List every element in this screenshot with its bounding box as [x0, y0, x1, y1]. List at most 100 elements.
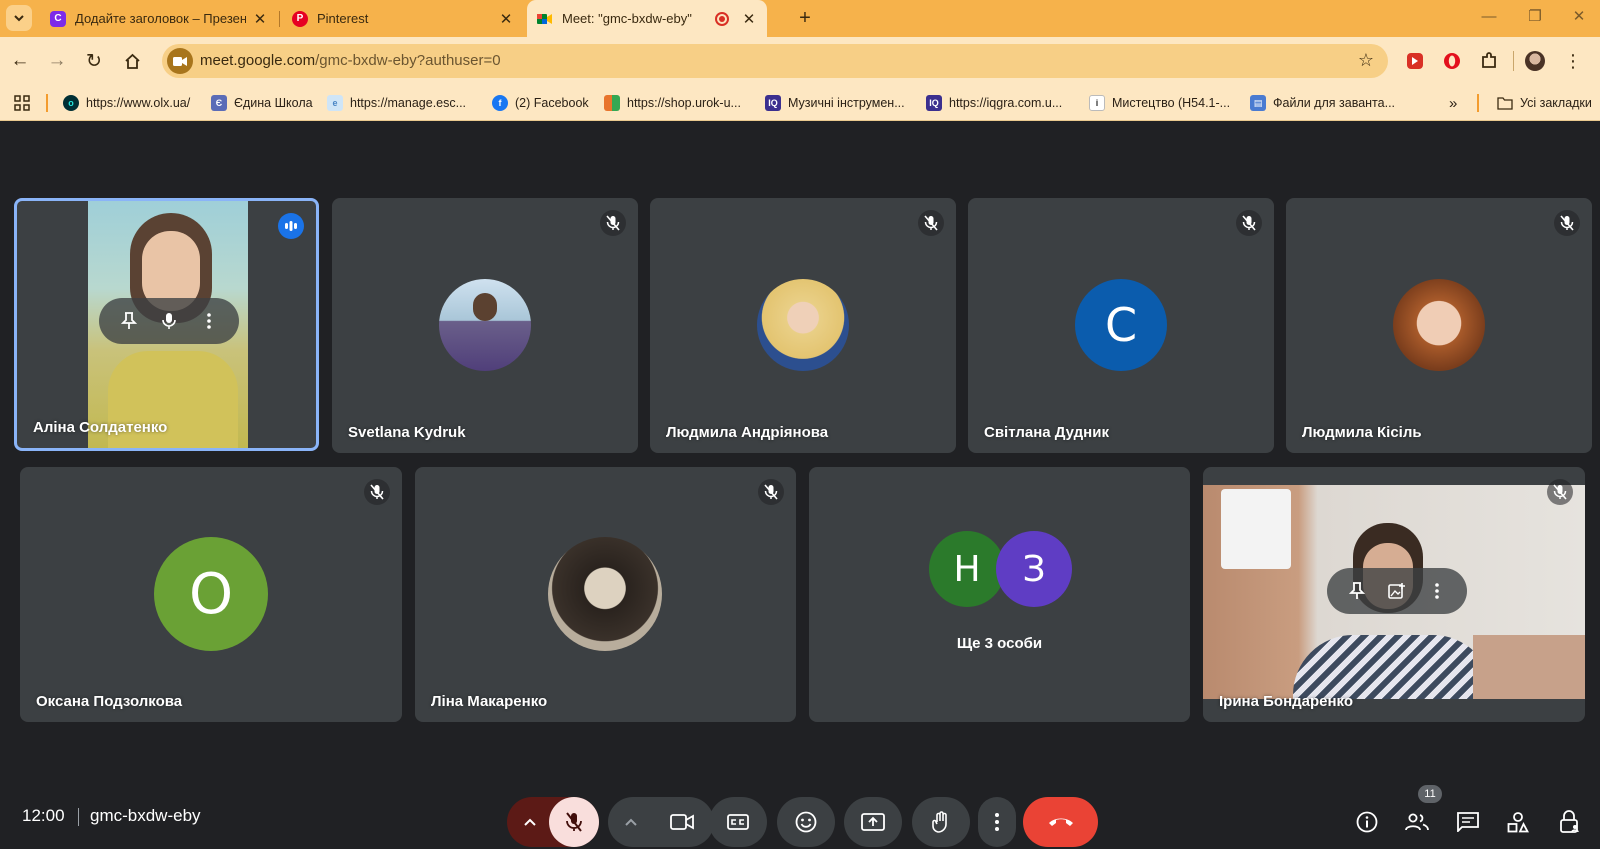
- browser-menu-button[interactable]: ⋮: [1562, 50, 1584, 72]
- files-icon: ▤: [1250, 95, 1266, 111]
- hand-icon: [932, 811, 947, 833]
- video-settings-button[interactable]: [608, 797, 654, 847]
- bookmarks-overflow-button[interactable]: »: [1449, 93, 1457, 113]
- browser-toolbar: ← → ↻ meet.google.com/gmc-bxdw-eby?authu…: [0, 37, 1600, 84]
- back-button[interactable]: ←: [4, 45, 36, 77]
- reload-button[interactable]: ↻: [78, 45, 110, 77]
- host-controls-button[interactable]: [1550, 802, 1590, 842]
- present-screen-button[interactable]: [844, 797, 902, 847]
- participant-tile[interactable]: С Світлана Дудник: [968, 198, 1274, 453]
- audio-level-icon: [285, 221, 297, 231]
- participant-tile[interactable]: Людмила Кісіль: [1286, 198, 1592, 453]
- pin-button[interactable]: [1343, 577, 1371, 605]
- participant-name: Оксана Подзолкова: [36, 693, 183, 710]
- bookmark-star-icon[interactable]: ☆: [1358, 50, 1374, 71]
- bookmark-music-instruments[interactable]: IQ Музичні інструмен...: [765, 93, 905, 113]
- activities-button[interactable]: [1498, 802, 1538, 842]
- more-options-button[interactable]: [978, 797, 1016, 847]
- muted-icon: [1554, 210, 1580, 236]
- avatar: [1393, 279, 1485, 371]
- school-icon: Є: [211, 95, 227, 111]
- forward-button[interactable]: →: [41, 45, 73, 77]
- reactions-button[interactable]: [777, 797, 835, 847]
- muted-icon: [758, 479, 784, 505]
- participant-name: Svetlana Kydruk: [348, 424, 466, 441]
- extension-button[interactable]: [1404, 50, 1426, 72]
- avatar: З: [996, 531, 1072, 607]
- bookmark-shop-urok[interactable]: https://shop.urok-u...: [604, 93, 741, 113]
- mic-icon: [162, 313, 176, 329]
- closed-caption-icon: [727, 814, 749, 830]
- close-tab-icon[interactable]: ✕: [498, 10, 514, 28]
- participant-tile[interactable]: Ліна Макаренко: [415, 467, 796, 722]
- tab-search-button[interactable]: [6, 5, 32, 31]
- new-tab-button[interactable]: +: [792, 5, 818, 31]
- people-count-badge: 11: [1418, 785, 1442, 803]
- restore-button[interactable]: ❐: [1512, 0, 1558, 37]
- raise-hand-button[interactable]: [912, 797, 970, 847]
- minimize-button[interactable]: —: [1466, 0, 1512, 37]
- close-tab-icon[interactable]: ✕: [252, 10, 268, 28]
- avatar: [439, 279, 531, 371]
- extension-button[interactable]: [1441, 50, 1463, 72]
- bookmark-mystetstvo[interactable]: i Мистецтво (Н54.1-...: [1089, 93, 1230, 113]
- toggle-mic-button[interactable]: [549, 797, 599, 847]
- all-bookmarks-button[interactable]: Усі закладки: [1497, 93, 1592, 113]
- extensions-menu-button[interactable]: [1478, 50, 1500, 72]
- iqgra-icon: IQ: [926, 95, 942, 111]
- site-info-button[interactable]: [167, 48, 193, 74]
- close-tab-icon[interactable]: ✕: [741, 10, 757, 28]
- participant-name: Ліна Макаренко: [431, 693, 548, 710]
- info-icon: [1356, 811, 1378, 833]
- participant-tile[interactable]: Аліна Солдатенко: [14, 198, 319, 451]
- participant-name: Світлана Дудник: [984, 424, 1109, 441]
- frame-button[interactable]: [1383, 577, 1411, 605]
- participant-tile[interactable]: Ірина Бондаренко: [1203, 467, 1585, 722]
- people-button[interactable]: [1397, 802, 1437, 842]
- participant-name: Ірина Бондаренко: [1219, 693, 1354, 710]
- muted-icon: [600, 210, 626, 236]
- participant-tile[interactable]: О Оксана Подзолкова: [20, 467, 402, 722]
- music-site-icon: IQ: [765, 95, 781, 111]
- camera-icon: [173, 56, 187, 66]
- address-bar[interactable]: meet.google.com/gmc-bxdw-eby?authuser=0 …: [162, 44, 1388, 78]
- audio-settings-button[interactable]: [507, 797, 553, 847]
- tab-meet[interactable]: Meet: "gmc-bxdw-eby" ✕: [527, 0, 767, 37]
- close-window-button[interactable]: ✕: [1556, 0, 1600, 37]
- participant-tile[interactable]: Svetlana Kydruk: [332, 198, 638, 453]
- profile-button[interactable]: [1524, 50, 1546, 72]
- home-button[interactable]: [116, 45, 148, 77]
- bookmark-manage-esc[interactable]: e https://manage.esc...: [327, 93, 466, 113]
- shop-icon: [604, 95, 620, 111]
- captions-button[interactable]: [709, 797, 767, 847]
- more-options-button[interactable]: [195, 307, 223, 335]
- participant-tile[interactable]: Людмила Андріянова: [650, 198, 956, 453]
- bookmark-edyna-shkola[interactable]: Є Єдина Школа: [211, 93, 313, 113]
- tile-controls: [1327, 568, 1467, 614]
- tab-pinterest[interactable]: P Pinterest ✕: [282, 0, 524, 37]
- apps-grid-icon: [14, 95, 30, 111]
- avatar: О: [154, 537, 268, 651]
- other-participants-tile[interactable]: Н З Ще 3 особи: [809, 467, 1190, 722]
- toggle-camera-button[interactable]: [650, 797, 714, 847]
- chat-button[interactable]: [1448, 802, 1488, 842]
- bookmark-olx[interactable]: o https://www.olx.ua/: [63, 93, 190, 113]
- avatar: [1525, 51, 1545, 71]
- bookmark-files[interactable]: ▤ Файли для заванта...: [1250, 93, 1395, 113]
- apps-button[interactable]: [14, 93, 30, 113]
- bookmark-iqgra[interactable]: IQ https://iqgra.com.u...: [926, 93, 1062, 113]
- mute-participant-button[interactable]: [155, 307, 183, 335]
- pin-button[interactable]: [115, 307, 143, 335]
- arrow-left-icon: ←: [10, 50, 30, 71]
- meeting-details-button[interactable]: [1347, 802, 1387, 842]
- tab-canva[interactable]: C Додайте заголовок – Презентація ✕: [40, 0, 278, 37]
- leave-call-button[interactable]: [1023, 797, 1098, 847]
- add-to-frame-icon: [1388, 583, 1405, 599]
- esc-icon: e: [327, 95, 343, 111]
- bookmark-facebook[interactable]: f (2) Facebook: [492, 93, 589, 113]
- more-options-button[interactable]: [1423, 577, 1451, 605]
- more-vert-icon: [995, 813, 999, 831]
- more-vert-icon: ⋮: [1564, 50, 1582, 71]
- more-vert-icon: [207, 313, 211, 329]
- bookmarks-bar: o https://www.olx.ua/ Є Єдина Школа e https…: [0, 84, 1600, 121]
